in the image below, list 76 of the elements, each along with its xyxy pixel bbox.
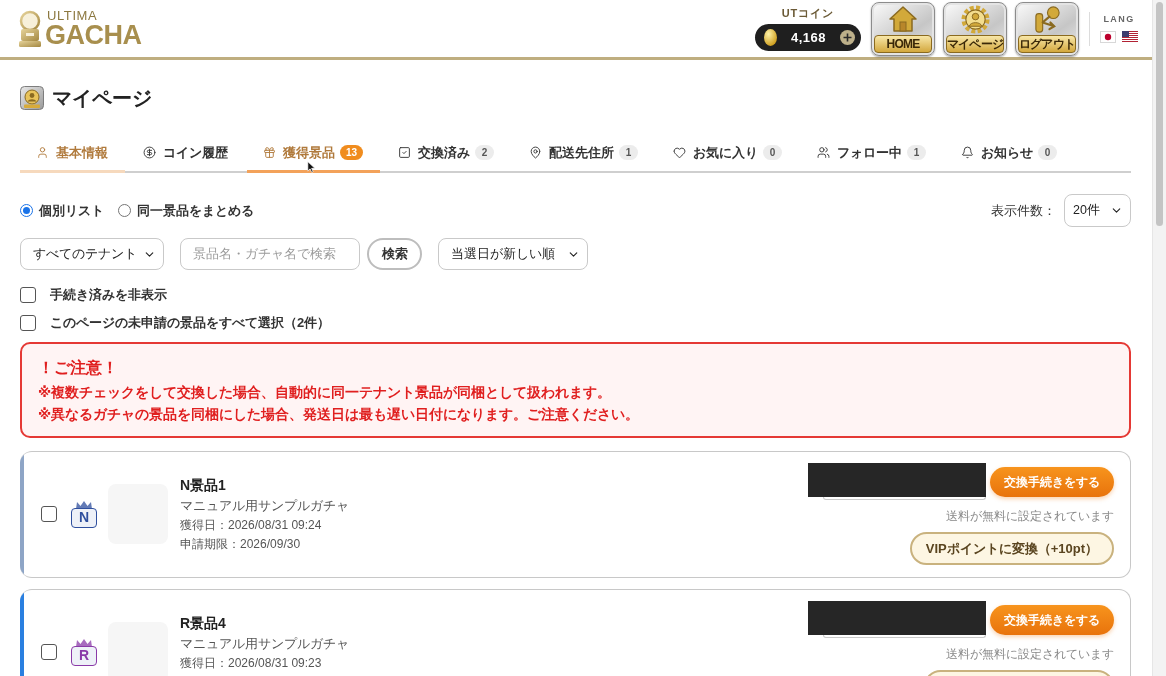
select-field[interactable]	[823, 497, 986, 500]
nav-button[interactable]: HOME	[871, 1, 935, 56]
coin-amount: 4,168	[789, 30, 827, 45]
prize-name: R景品4	[180, 614, 227, 633]
person-icon	[36, 146, 49, 159]
checkbox[interactable]	[20, 315, 36, 331]
coin-icon	[143, 146, 156, 159]
gacha-machine-icon	[17, 9, 43, 48]
home-icon	[888, 4, 918, 33]
radio-label[interactable]: 個別リスト	[39, 201, 104, 220]
acquired-date: 獲得日：2026/08/31 09:23	[180, 655, 323, 672]
notice-text: ※複数チェックをして交換した場合、自動的に同一テナント景品が同梱として扱われます。	[38, 384, 613, 402]
checkbox[interactable]	[20, 287, 36, 303]
notice-text: ※異なるガチャの景品を同梱にした場合、発送日は最も遅い日付になります。ご注意ください。	[38, 406, 641, 424]
check-square-icon	[398, 146, 412, 159]
shipping-note: 送料が無料に設定されています	[946, 647, 1114, 661]
page-title: マイページ	[52, 85, 152, 111]
scrollbar-thumb[interactable]	[1156, 2, 1163, 226]
count-badge: 2	[475, 145, 495, 160]
shipping-note: 送料が無料に設定されています	[946, 509, 1114, 523]
count-badge: 1	[619, 145, 639, 160]
tab[interactable]: コイン履歴	[127, 135, 245, 173]
radio-button[interactable]	[20, 204, 33, 217]
deadline-date: 申請期限：2026/09/30	[180, 535, 302, 553]
acquired-date: 獲得日：2026/08/31 09:24	[180, 516, 323, 534]
lang-label: LANG	[1103, 14, 1135, 24]
japan-flag-icon[interactable]	[1100, 31, 1116, 43]
person-badge-icon	[20, 86, 44, 110]
people-icon	[817, 146, 831, 159]
logo-text[interactable]: ULTIMA GACHA	[45, 8, 142, 49]
search-field[interactable]: 景品名・ガチャ名で検索	[180, 238, 360, 270]
coin-icon	[764, 29, 777, 46]
tab[interactable]: お気に入り 0	[657, 135, 800, 173]
tenant-select[interactable]: すべてのテナント	[20, 238, 164, 270]
checkbox-label[interactable]: このページの未申請の景品をすべて選択（2件）	[50, 314, 331, 332]
count-badge: 0	[763, 145, 783, 160]
map-pin-icon	[529, 146, 543, 159]
scrollbar-track[interactable]	[1152, 0, 1166, 676]
door-arrow-icon	[1032, 4, 1062, 34]
heart-icon	[673, 146, 687, 159]
coin-label: UTコイン	[781, 6, 835, 21]
checkbox[interactable]	[41, 644, 57, 660]
rarity-badge: N	[71, 507, 97, 528]
gift-icon	[263, 146, 276, 159]
us-flag-icon[interactable]	[1122, 31, 1138, 43]
tab[interactable]: 獲得景品 13	[247, 135, 381, 173]
sort-select[interactable]: 当選日が新しい順	[438, 238, 588, 270]
tab[interactable]: 交換済み 2	[382, 135, 512, 173]
radio-button[interactable]	[118, 204, 131, 217]
gear-person-icon	[960, 4, 990, 34]
plus-icon[interactable]	[840, 30, 855, 45]
tab[interactable]: フォロー中 1	[801, 135, 944, 173]
bell-icon	[961, 146, 975, 159]
vip-convert-button[interactable]: VIPポイントに変換（+10pt）	[909, 532, 1114, 565]
count-badge: 13	[340, 145, 364, 160]
checkbox[interactable]	[41, 506, 57, 522]
crown-icon	[75, 500, 93, 509]
checkbox-label[interactable]: 手続き済みを非表示	[50, 286, 167, 304]
count-badge: 0	[1038, 145, 1058, 160]
tab[interactable]: 基本情報	[20, 135, 125, 173]
gacha-name: マニュアル用サンプルガチャ	[180, 635, 349, 653]
select-field[interactable]	[823, 635, 986, 638]
nav-button[interactable]: マイページ	[943, 1, 1007, 56]
per-page-select[interactable]: 20件	[1064, 194, 1131, 227]
rarity-badge: R	[71, 645, 97, 666]
tab[interactable]: 配送先住所 1	[513, 135, 656, 173]
per-page-label: 表示件数：	[991, 201, 1056, 220]
prize-name: N景品1	[180, 475, 227, 495]
gacha-name: マニュアル用サンプルガチャ	[180, 496, 349, 515]
radio-label[interactable]: 同一景品をまとめる	[137, 201, 254, 220]
search-button[interactable]: 検索	[367, 238, 422, 270]
nav-button[interactable]: ログアウト	[1015, 1, 1079, 56]
tab[interactable]: お知らせ 0	[945, 135, 1075, 173]
notice-title: ！ご注意！	[38, 358, 119, 378]
crown-icon	[75, 638, 93, 647]
count-badge: 1	[907, 145, 927, 160]
